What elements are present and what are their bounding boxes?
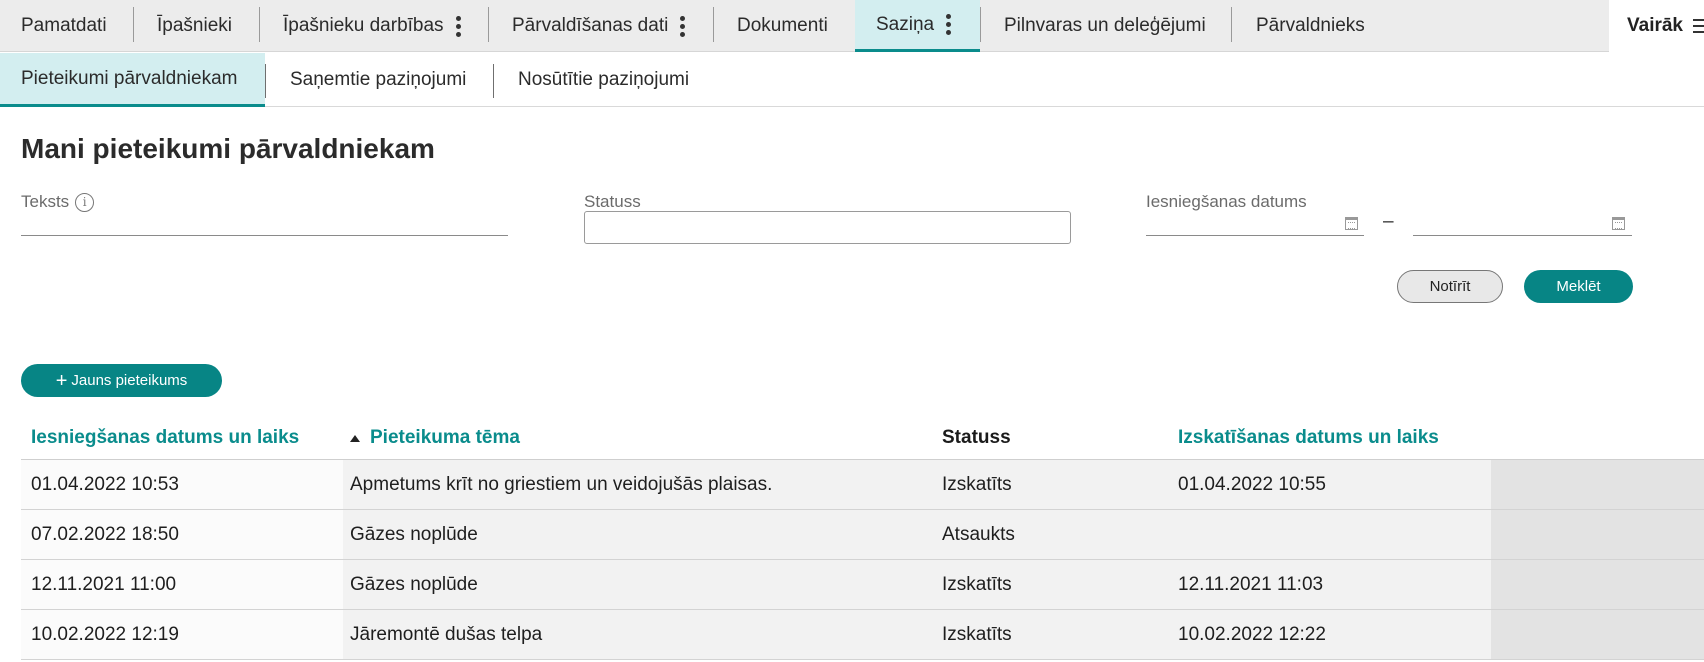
kebab-menu-icon[interactable] bbox=[680, 15, 686, 37]
subtab-label: Nosūtītie paziņojumi bbox=[518, 69, 690, 90]
page-title: Mani pieteikumi pārvaldniekam bbox=[21, 133, 435, 164]
text-filter-label: Teksts i bbox=[21, 192, 95, 212]
more-label: Vairāk bbox=[1627, 15, 1683, 36]
column-header-topic[interactable]: Pieteikuma tēma bbox=[350, 416, 520, 460]
cell-reviewed: 01.04.2022 10:55 bbox=[1178, 473, 1326, 495]
calendar-icon[interactable] bbox=[1345, 217, 1358, 230]
row-cell-bg bbox=[1491, 510, 1704, 559]
date-filter-label: Iesniegšanas datums bbox=[1146, 192, 1307, 211]
row-cell-bg bbox=[1491, 460, 1704, 509]
subtab-pieteikumi-parvaldniekam[interactable]: Pieteikumi pārvaldniekam bbox=[0, 53, 265, 107]
calendar-icon[interactable] bbox=[1612, 217, 1625, 230]
table-header: Iesniegšanas datums un laiks Pieteikuma … bbox=[21, 416, 1704, 460]
tab-label: Īpašnieki bbox=[157, 15, 232, 36]
date-range-separator: – bbox=[1383, 211, 1394, 232]
cell-status: Izskatīts bbox=[942, 473, 1012, 495]
column-header-label: Pieteikuma tēma bbox=[370, 427, 520, 448]
tab-label: Īpašnieku darbības bbox=[283, 15, 444, 36]
cell-reviewed: 12.11.2021 11:03 bbox=[1178, 573, 1324, 595]
tab-divider bbox=[713, 7, 714, 42]
tab-divider bbox=[980, 7, 981, 42]
hamburger-menu-icon bbox=[1693, 19, 1704, 33]
tab-label: Pamatdati bbox=[21, 15, 107, 36]
new-request-label: Jauns pieteikums bbox=[71, 372, 188, 389]
tab-pilnvaras-un-delegejumi[interactable]: Pilnvaras un deleģējumi bbox=[983, 0, 1206, 52]
new-request-button[interactable]: + Jauns pieteikums bbox=[21, 364, 222, 397]
cell-topic: Gāzes noplūde bbox=[350, 573, 478, 595]
subtab-sanemtie-pazinojumi[interactable]: Saņemtie paziņojumi bbox=[269, 53, 466, 107]
info-icon[interactable]: i bbox=[75, 192, 95, 212]
table-row[interactable]: 10.02.2022 12:19 Jāremontē dušas telpa I… bbox=[21, 610, 1704, 660]
sub-navigation: Pieteikumi pārvaldniekam Saņemtie paziņo… bbox=[0, 53, 1704, 107]
cell-topic: Apmetums krīt no griestiem un veidojušās… bbox=[350, 473, 773, 495]
kebab-menu-icon[interactable] bbox=[946, 14, 952, 35]
column-header-label: Statuss bbox=[942, 427, 1011, 448]
status-filter-input[interactable] bbox=[584, 211, 1071, 244]
tab-dokumenti[interactable]: Dokumenti bbox=[716, 0, 828, 52]
tab-divider bbox=[1231, 7, 1232, 42]
tab-label: Dokumenti bbox=[737, 15, 828, 36]
tab-parvaldnieks[interactable]: Pārvaldnieks bbox=[1235, 0, 1365, 52]
cell-submitted: 01.04.2022 10:53 bbox=[31, 473, 179, 495]
table-row[interactable]: 07.02.2022 18:50 Gāzes noplūde Atsaukts bbox=[21, 510, 1704, 560]
subtab-nosutitie-pazinojumi[interactable]: Nosūtītie paziņojumi bbox=[497, 53, 689, 107]
clear-button[interactable]: Notīrīt bbox=[1397, 270, 1503, 303]
text-filter-input[interactable] bbox=[21, 210, 508, 236]
row-cell-bg bbox=[1491, 610, 1704, 659]
kebab-menu-icon[interactable] bbox=[455, 15, 462, 37]
cell-status: Izskatīts bbox=[942, 623, 1012, 645]
plus-icon: + bbox=[55, 369, 68, 392]
tab-label: Saziņa bbox=[876, 13, 935, 35]
sort-ascending-icon bbox=[350, 434, 360, 442]
tab-divider bbox=[259, 7, 260, 42]
tab-ipasnieki[interactable]: Īpašnieki bbox=[136, 0, 232, 52]
column-header-label: Izskatīšanas datums un laiks bbox=[1178, 427, 1439, 448]
top-navigation: Pamatdati Īpašnieki Īpašnieku darbības P… bbox=[0, 0, 1704, 52]
cell-submitted: 12.11.2021 11:00 bbox=[31, 573, 177, 595]
tab-label: Pārvaldnieks bbox=[1256, 15, 1365, 36]
table-row[interactable]: 12.11.2021 11:00 Gāzes noplūde Izskatīts… bbox=[21, 560, 1704, 610]
tab-label: Pārvaldīšanas dati bbox=[512, 15, 669, 36]
date-to-input[interactable] bbox=[1413, 210, 1632, 236]
column-header-status: Statuss bbox=[942, 416, 1011, 460]
cell-status: Atsaukts bbox=[942, 523, 1015, 545]
tab-ipasnieku-darbibas[interactable]: Īpašnieku darbības bbox=[262, 0, 462, 52]
cell-topic: Jāremontē dušas telpa bbox=[350, 623, 543, 645]
column-header-label: Iesniegšanas datums un laiks bbox=[31, 427, 300, 448]
tab-pamatdati[interactable]: Pamatdati bbox=[0, 0, 107, 52]
subtab-divider bbox=[493, 64, 494, 98]
cell-topic: Gāzes noplūde bbox=[350, 523, 478, 545]
tab-sazina[interactable]: Saziņa bbox=[855, 0, 980, 52]
tab-divider bbox=[488, 7, 489, 42]
table-row[interactable]: 01.04.2022 10:53 Apmetums krīt no griest… bbox=[21, 460, 1704, 510]
column-header-submitted[interactable]: Iesniegšanas datums un laiks bbox=[31, 416, 299, 460]
tab-label: Pilnvaras un deleģējumi bbox=[1004, 15, 1206, 36]
cell-submitted: 07.02.2022 18:50 bbox=[31, 523, 179, 545]
cell-reviewed: 10.02.2022 12:22 bbox=[1178, 623, 1326, 645]
text-filter-label-text: Teksts bbox=[21, 192, 70, 211]
row-cell-bg bbox=[1491, 560, 1704, 609]
tab-divider bbox=[133, 7, 134, 42]
search-button[interactable]: Meklēt bbox=[1524, 270, 1633, 303]
more-menu-button[interactable]: Vairāk bbox=[1609, 0, 1704, 52]
subtab-divider bbox=[265, 64, 266, 98]
tab-parvaldisanas-dati[interactable]: Pārvaldīšanas dati bbox=[491, 0, 686, 52]
date-from-input[interactable] bbox=[1146, 210, 1364, 236]
subtab-label: Saņemtie paziņojumi bbox=[290, 69, 467, 90]
cell-status: Izskatīts bbox=[942, 573, 1012, 595]
column-header-reviewed[interactable]: Izskatīšanas datums un laiks bbox=[1178, 416, 1439, 460]
status-filter-label: Statuss bbox=[584, 192, 641, 211]
cell-submitted: 10.02.2022 12:19 bbox=[31, 623, 179, 645]
subtab-label: Pieteikumi pārvaldniekam bbox=[21, 67, 238, 89]
